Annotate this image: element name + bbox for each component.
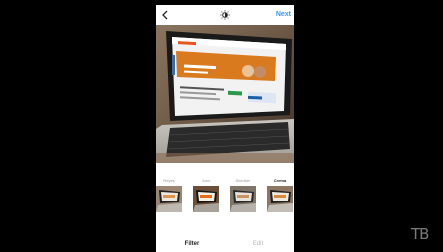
filter-thumbnail (156, 186, 182, 212)
filter-option[interactable]: Slumber (230, 177, 256, 212)
laptop-photo (156, 25, 294, 163)
filter-option[interactable]: Reyes (156, 177, 182, 212)
tab-edit[interactable]: Edit (238, 239, 278, 249)
channel-watermark: TB (411, 225, 429, 243)
video-frame: Next Reyes Juno Slumber Crema Filter Edi… (0, 0, 443, 252)
filter-label: Juno (201, 178, 211, 183)
filter-thumbnail (193, 186, 219, 212)
filter-thumbnail (230, 186, 256, 212)
phone-screen: Next Reyes Juno Slumber Crema Filter Edi… (156, 5, 294, 252)
filter-label: Crema (273, 178, 287, 183)
filter-strip: Reyes Juno Slumber Crema (156, 177, 294, 223)
lux-sun-icon (220, 10, 230, 20)
filter-label: Slumber (235, 178, 251, 183)
filter-option[interactable]: Juno (193, 177, 219, 212)
filter-label: Reyes (163, 178, 175, 183)
next-button[interactable]: Next (276, 9, 291, 21)
filter-thumbnail (267, 186, 293, 212)
chevron-left-icon (162, 10, 168, 20)
filter-option-selected[interactable]: Crema (267, 177, 293, 212)
editor-header: Next (156, 5, 294, 25)
back-button[interactable] (159, 8, 171, 22)
photo-preview[interactable] (156, 25, 294, 163)
tab-filter[interactable]: Filter (172, 239, 212, 249)
bottom-tab-bar: Filter Edit (156, 238, 294, 252)
lux-button[interactable] (219, 8, 231, 22)
